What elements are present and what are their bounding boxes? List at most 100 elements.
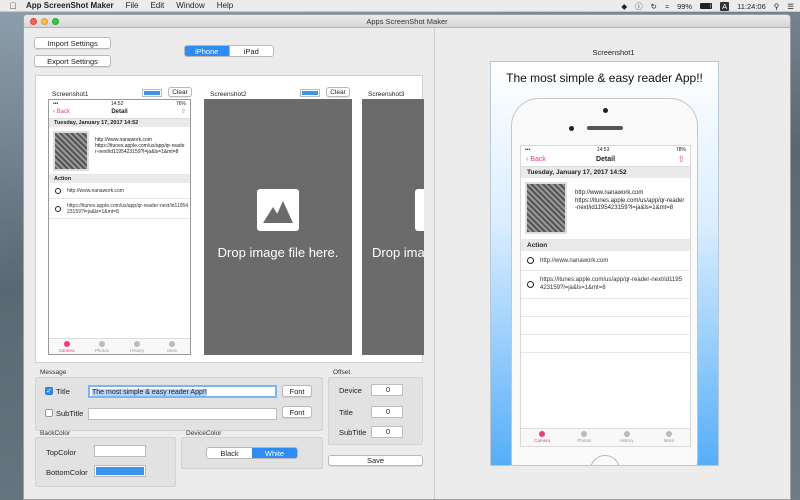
mini-link-row: https://itunes.apple.com/us/app/qr-reade… [49,199,190,219]
mini-action-header: Action [49,175,190,183]
link-row: https://itunes.apple.com/us/app/qr-reade… [521,271,690,299]
nav-title: Detail [595,156,616,163]
time-machine-icon[interactable]: ↻ [651,2,657,11]
export-settings-button[interactable]: Export Settings [34,55,111,67]
offset-subtitle-label: SubTitle [339,428,367,437]
segment-ipad[interactable]: iPad [228,46,274,56]
bottom-color-well[interactable] [94,465,146,477]
tab-bar: Camera Photos History More [521,428,690,446]
window-title: Apps ScreenShot Maker [366,17,448,26]
wifi-icon[interactable]: ≈ [665,2,669,11]
dropbox-icon[interactable]: ◆ [621,2,627,11]
top-color-well[interactable] [94,445,146,457]
close-window-button[interactable] [30,18,37,25]
mini-share-icon: ⇧ [180,109,186,115]
drop-zone-text: Drop image file here. [217,245,339,260]
menu-edit[interactable]: Edit [150,1,164,10]
message-group-label: Message [40,369,67,376]
bottom-color-label: BottomColor [46,468,88,477]
iphone-home-button [590,455,620,465]
slot1-color-well[interactable] [142,89,162,97]
status-battery: 78% [675,146,686,153]
subtitle-checkbox[interactable] [45,409,53,417]
menu-help[interactable]: Help [217,1,233,10]
mini-battery: 76% [175,100,186,107]
slot2-color-well[interactable] [300,89,320,97]
spotlight-icon[interactable]: ⚲ [774,2,780,11]
mini-tab-camera: Camera [49,339,84,354]
status-bar: ••• 14:53 78% [525,146,686,153]
mini-nav-title: Detail [111,109,128,115]
mini-tab-bar: Camera Photos History More [49,338,190,354]
image-placeholder-icon [257,189,299,231]
tab-more: More [648,429,690,446]
segment-iphone[interactable]: iPhone [185,46,229,56]
subtitle-font-button[interactable]: Font [282,406,312,418]
offset-device-label: Device [339,386,362,395]
title-checkbox-label: Title [56,387,70,396]
title-text-field[interactable]: The most simple & easy reader App!! [88,385,277,398]
slot1-screenshot[interactable]: ••• 14:52 76% ‹ Back Detail ⇧ Tuesday, Jan… [48,99,191,355]
globe-icon [55,187,61,194]
device-color-segmented-control: Black White [206,447,298,459]
mini-date-header: Tuesday, January 17, 2017 14:52 [49,119,190,127]
menu-app-name[interactable]: App ScreenShot Maker [26,1,114,10]
globe-icon [527,257,534,264]
offset-group-label: Offset [333,369,351,376]
subtitle-text-field[interactable] [88,408,277,420]
battery-percent[interactable]: 99% [677,2,692,11]
apple-menu-icon[interactable]:  [0,1,26,11]
mini-tab-more: More [155,339,190,354]
zoom-window-button[interactable] [52,18,59,25]
devicecolor-panel: Black White [181,437,323,469]
qr-text: http://www.nanawork.com https://itunes.a… [575,190,685,211]
offset-title-field[interactable]: 0 [371,406,403,418]
offset-subtitle-field[interactable]: 0 [371,426,403,438]
preview-caption: Screenshot1 [592,48,635,57]
minimize-window-button[interactable] [41,18,48,25]
preview-pane: Screenshot1 The most simple & easy reade… [434,28,790,499]
drop-zone-text: Drop ima [372,245,424,260]
camera-icon [539,431,546,437]
notification-center-icon[interactable]: ☰ [787,2,794,11]
tab-history: History [606,429,648,446]
device-type-segmented-control: iPhone iPad [184,45,274,57]
mini-tab-photos: Photos [84,339,119,354]
image-placeholder-icon [415,189,424,231]
clock-icon [623,431,630,437]
window-titlebar[interactable]: Apps ScreenShot Maker [24,15,790,28]
iphone-speaker [587,126,623,130]
tab-camera: Camera [521,429,563,446]
menu-window[interactable]: Window [176,1,204,10]
slot3-drop-zone[interactable]: Drop ima [362,99,424,355]
photos-icon [581,431,588,437]
segment-black[interactable]: Black [207,448,252,458]
title-font-button[interactable]: Font [282,385,312,397]
slot1-clear-button[interactable]: Clear [168,87,192,97]
slot2-title: Screenshot2 [210,91,247,98]
segment-white[interactable]: White [252,448,297,458]
input-source[interactable]: A [720,1,730,11]
app-window: Apps ScreenShot Maker Import Settings Ex… [23,14,791,500]
slot2-drop-zone[interactable]: Drop image file here. [204,99,352,355]
menu-clock[interactable]: 11:24:06 [737,2,766,11]
iphone-camera [569,126,574,131]
title-checkbox[interactable]: ✓ [45,387,53,395]
slot2-clear-button[interactable]: Clear [326,87,350,97]
info-icon[interactable]: ⓘ [635,1,643,12]
offset-panel: Device 0 Title 0 SubTitle 0 [328,377,423,445]
slot1-title: Screenshot1 [52,91,89,98]
date-header: Tuesday, January 17, 2017 14:52 [521,167,690,178]
backcolor-group-label: BackColor [40,430,70,437]
iphone-sensor [603,108,608,113]
battery-icon[interactable] [700,3,713,9]
subtitle-checkbox-label: SubTitle [56,409,84,418]
menu-file[interactable]: File [126,1,139,10]
more-icon [169,341,176,347]
save-button[interactable]: Save [328,455,423,466]
mini-time: 14:52 [110,100,124,107]
photos-icon [98,341,105,347]
offset-device-field[interactable]: 0 [371,384,403,396]
share-icon: ⇧ [677,154,685,164]
import-settings-button[interactable]: Import Settings [34,37,111,49]
